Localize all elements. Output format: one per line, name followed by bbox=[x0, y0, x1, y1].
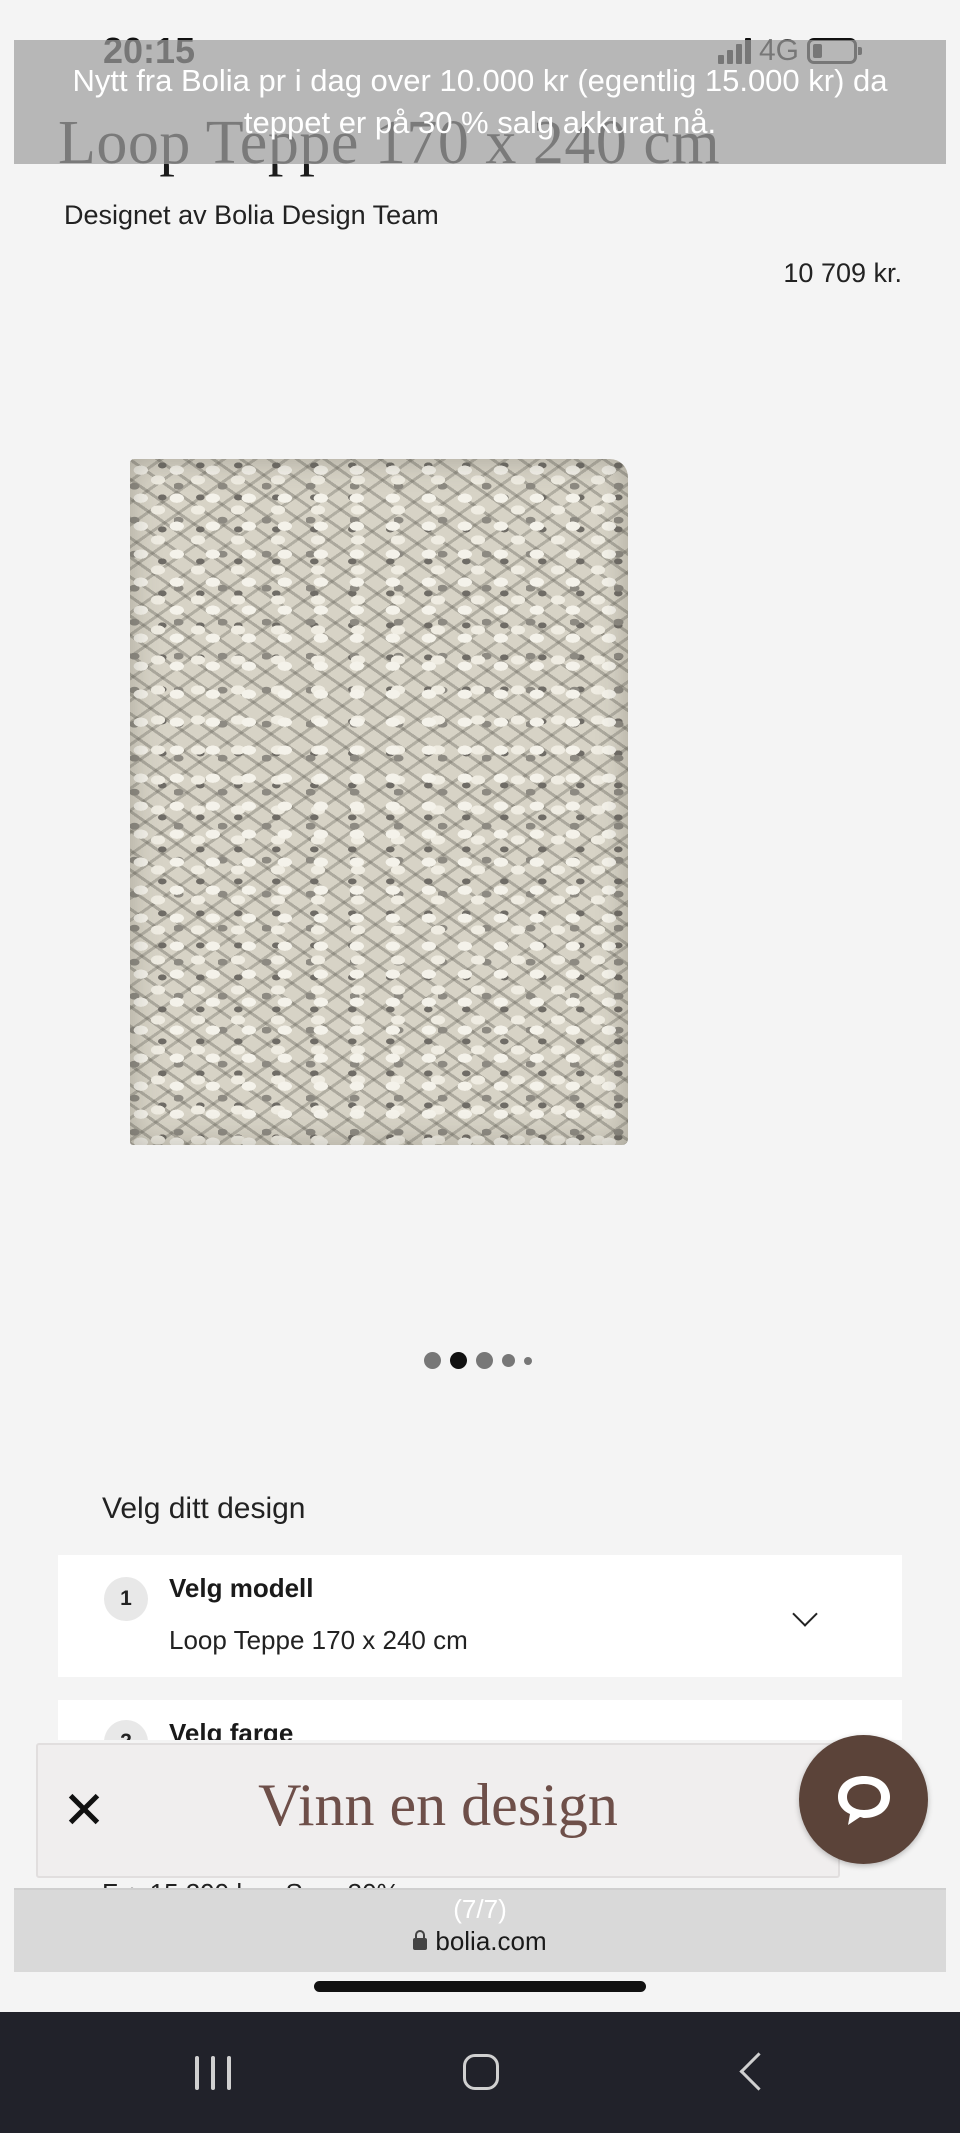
gallery-dot-active[interactable] bbox=[450, 1352, 467, 1369]
step-number: 1 bbox=[104, 1577, 148, 1621]
step-title: Velg modell bbox=[169, 1573, 314, 1603]
gallery-dot[interactable] bbox=[502, 1354, 515, 1367]
browser-address-bar[interactable]: (7/7) bolia.com bbox=[14, 1888, 946, 1972]
step-number: 2 bbox=[104, 1720, 148, 1740]
step-color-selector[interactable]: 2 Velg farge bbox=[58, 1700, 902, 1740]
promo-popup[interactable]: ✕ Vinn en design bbox=[36, 1743, 840, 1878]
promo-popup-text[interactable]: Vinn en design bbox=[38, 1771, 838, 1840]
product-designer: Designet av Bolia Design Team bbox=[64, 200, 439, 230]
gallery-dot[interactable] bbox=[424, 1352, 441, 1369]
chat-icon bbox=[837, 1775, 890, 1825]
configurator-heading: Velg ditt design bbox=[102, 1492, 306, 1525]
back-icon[interactable] bbox=[739, 2052, 778, 2091]
caption-banner: Nytt fra Bolia pr i dag over 10.000 kr (… bbox=[14, 40, 946, 164]
gallery-pagination-dots[interactable] bbox=[424, 1352, 532, 1369]
gallery-dot[interactable] bbox=[524, 1356, 532, 1365]
system-navigation-bar bbox=[0, 2012, 960, 2133]
chat-button[interactable] bbox=[799, 1735, 928, 1864]
step-value: Loop Teppe 170 x 240 cm bbox=[169, 1625, 468, 1655]
lock-icon bbox=[413, 1930, 428, 1950]
product-price: 10 709 kr. bbox=[783, 258, 902, 288]
url-text: bolia.com bbox=[435, 1926, 547, 1956]
home-icon[interactable] bbox=[463, 2054, 499, 2090]
step-model-selector[interactable]: 1 Velg modell Loop Teppe 170 x 240 cm bbox=[58, 1555, 902, 1677]
step-title: Velg farge bbox=[169, 1718, 294, 1740]
url-display[interactable]: bolia.com bbox=[14, 1926, 946, 1957]
chevron-down-icon[interactable] bbox=[792, 1601, 818, 1627]
home-indicator[interactable] bbox=[314, 1981, 646, 1992]
caption-counter: (7/7) bbox=[453, 1894, 507, 1924]
recent-apps-icon[interactable] bbox=[195, 2056, 231, 2090]
product-image-gallery[interactable] bbox=[14, 425, 946, 1375]
gallery-dot[interactable] bbox=[476, 1352, 493, 1369]
product-image-rug bbox=[130, 459, 628, 1145]
